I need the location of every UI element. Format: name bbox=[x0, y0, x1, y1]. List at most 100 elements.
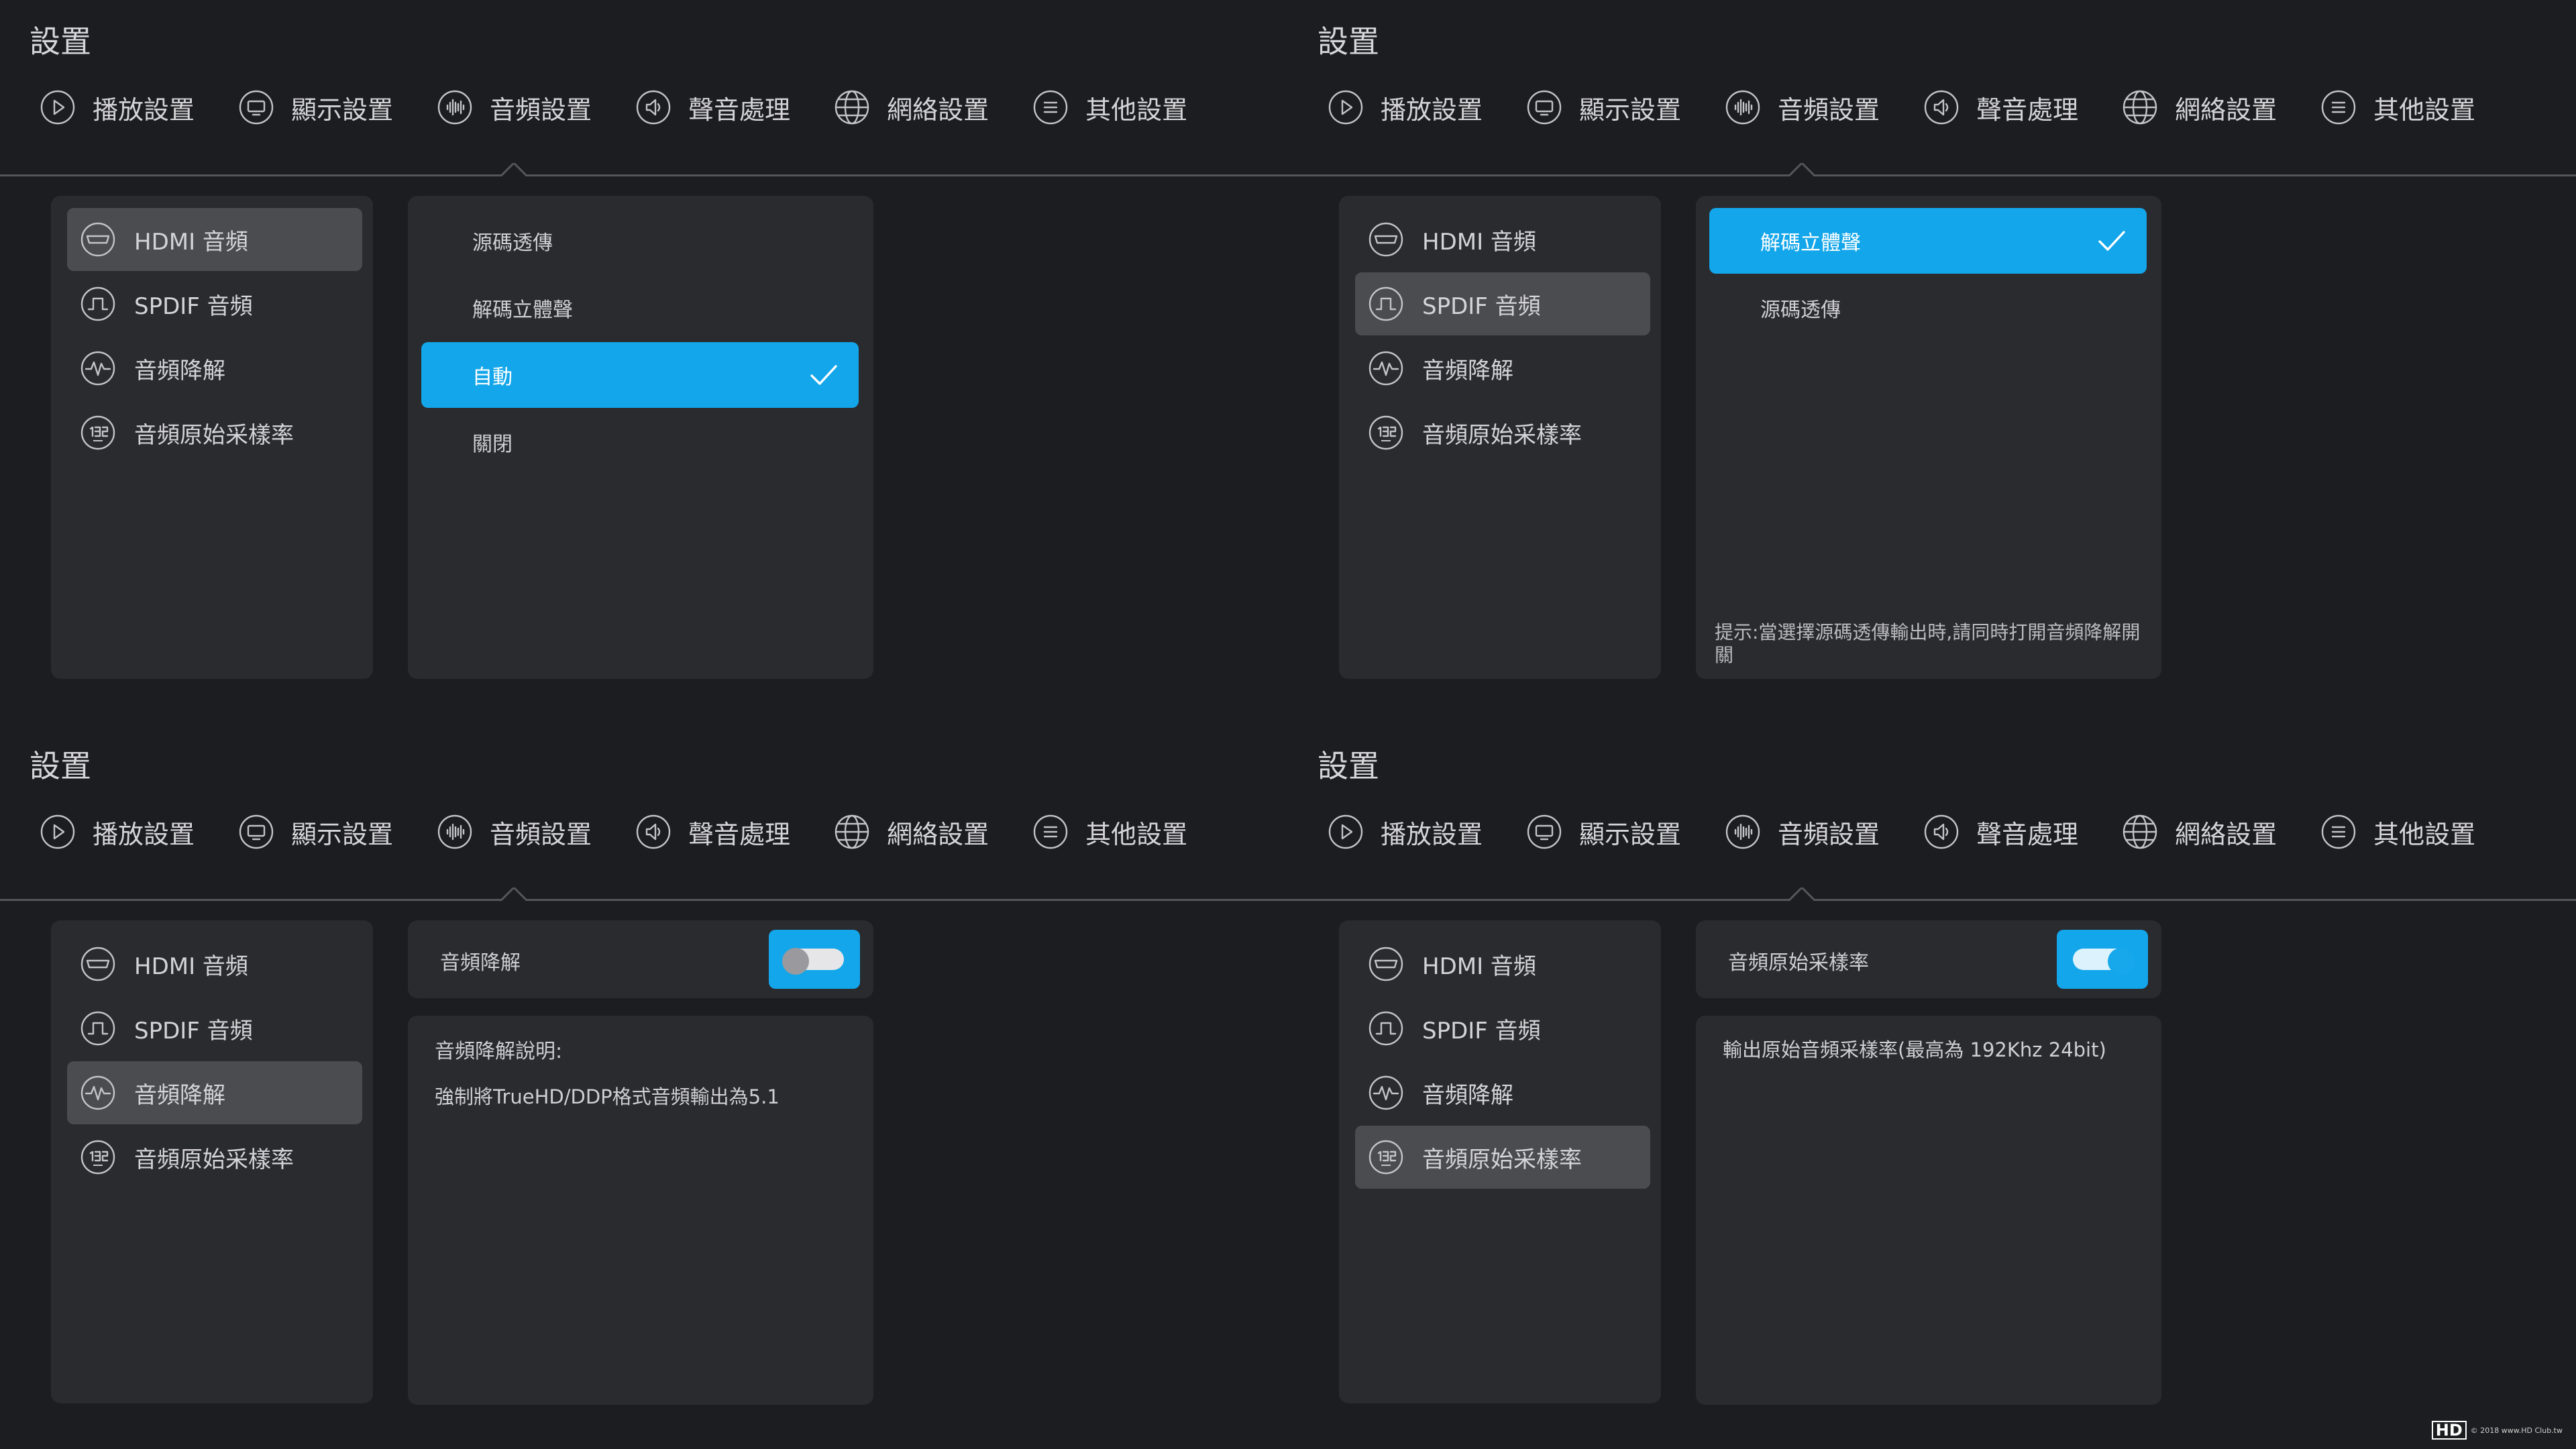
option-list-panel: 源碼透傳 解碼立體聲 自動關閉 bbox=[408, 196, 873, 679]
tab-0[interactable]: 播放設置 bbox=[39, 810, 195, 853]
tab-label: 音頻設置 bbox=[490, 95, 592, 125]
sidebar-item-label: SPDIF 音頻 bbox=[1422, 1017, 1541, 1044]
tab-underline bbox=[0, 899, 1288, 901]
sidebar-item-0[interactable]: HDMI 音頻 bbox=[1355, 932, 1650, 996]
spdif-icon bbox=[79, 1010, 117, 1047]
hdmi-icon bbox=[1367, 221, 1405, 258]
tab-label: 播放設置 bbox=[1381, 819, 1483, 849]
globe-icon bbox=[833, 89, 871, 126]
play-icon bbox=[39, 813, 76, 851]
tab-label: 聲音處理 bbox=[1976, 95, 2079, 125]
watermark-text: © 2018 www.HD Club.tw bbox=[2470, 1426, 2563, 1435]
page-title: 設置 bbox=[1318, 23, 1379, 60]
tab-label: 網絡設置 bbox=[2175, 95, 2277, 125]
tab-1[interactable]: 顯示設置 bbox=[1525, 810, 1681, 853]
tab-label: 聲音處理 bbox=[1976, 819, 2079, 849]
tab-1[interactable]: 顯示設置 bbox=[237, 86, 393, 129]
tab-underline bbox=[0, 174, 1288, 176]
tab-label: 其他設置 bbox=[1085, 95, 1188, 125]
tab-0[interactable]: 播放設置 bbox=[1327, 810, 1483, 853]
toggle-row: 音頻原始采樣率 bbox=[1696, 920, 2161, 998]
toggle-label: 音頻降解 bbox=[440, 951, 521, 975]
toggle-switch[interactable] bbox=[769, 930, 860, 989]
option-item-0[interactable]: 源碼透傳 bbox=[421, 208, 859, 274]
sidebar-item-2[interactable]: 音頻降解 bbox=[67, 337, 362, 400]
speaker-icon bbox=[1923, 89, 1960, 126]
sidebar-item-3[interactable]: 音頻原始采樣率 bbox=[67, 401, 362, 464]
monitor-icon bbox=[237, 89, 275, 126]
sidebar-item-0[interactable]: HDMI 音頻 bbox=[67, 208, 362, 271]
tab-4[interactable]: 網絡設置 bbox=[833, 810, 989, 853]
sidebar-item-2[interactable]: 音頻降解 bbox=[1355, 1061, 1650, 1124]
tab-0[interactable]: 播放設置 bbox=[1327, 86, 1483, 129]
tab-2[interactable]: 音頻設置 bbox=[1724, 810, 1880, 853]
sidebar-item-2[interactable]: 音頻降解 bbox=[1355, 337, 1650, 400]
settings-tab-bar: 播放設置 顯示設置 音頻設置 聲音處理 網絡設置 其他設置 bbox=[1327, 86, 2518, 129]
tab-label: 顯示設置 bbox=[1579, 819, 1682, 849]
tab-2[interactable]: 音頻設置 bbox=[436, 86, 592, 129]
tab-1[interactable]: 顯示設置 bbox=[1525, 86, 1681, 129]
tab-3[interactable]: 聲音處理 bbox=[635, 86, 790, 129]
option-item-0[interactable]: 解碼立體聲 bbox=[1709, 208, 2147, 274]
tab-label: 網絡設置 bbox=[2175, 819, 2277, 849]
option-item-1[interactable]: 源碼透傳 bbox=[1709, 275, 2147, 341]
settings-screen-2: 設置播放設置 顯示設置 音頻設置 聲音處理 網絡設置 其他設置 HDMI 音頻 SPDIF 音… bbox=[1288, 0, 2576, 724]
active-tab-indicator bbox=[499, 161, 529, 178]
tab-label: 音頻設置 bbox=[1778, 95, 1880, 125]
settings-tab-bar: 播放設置 顯示設置 音頻設置 聲音處理 網絡設置 其他設置 bbox=[1327, 810, 2518, 853]
sidebar-item-1[interactable]: SPDIF 音頻 bbox=[1355, 997, 1650, 1060]
settings-screen-4: 設置 播放設置 顯示設置 音頻設置 聲音處理 網絡設置 其他設置 HDMI 音頻 SPDIF 音… bbox=[1288, 724, 2576, 1449]
tab-4[interactable]: 網絡設置 bbox=[833, 86, 989, 129]
option-item-3[interactable]: 關閉 bbox=[421, 409, 859, 475]
sidebar-item-0[interactable]: HDMI 音頻 bbox=[67, 932, 362, 996]
tab-5[interactable]: 其他設置 bbox=[2320, 810, 2475, 853]
speaker-icon bbox=[1923, 813, 1960, 851]
option-label: 解碼立體聲 bbox=[1760, 231, 1861, 255]
tab-3[interactable]: 聲音處理 bbox=[635, 810, 790, 853]
sidebar-item-1[interactable]: SPDIF 音頻 bbox=[67, 997, 362, 1060]
tab-label: 播放設置 bbox=[1381, 95, 1483, 125]
samplerate-192-icon bbox=[1367, 414, 1405, 451]
sidebar-item-1[interactable]: SPDIF 音頻 bbox=[67, 272, 362, 335]
sidebar-item-label: HDMI 音頻 bbox=[134, 953, 248, 980]
tab-4[interactable]: 網絡設置 bbox=[2121, 810, 2277, 853]
sidebar-item-2[interactable]: 音頻降解 bbox=[67, 1061, 362, 1124]
sidebar-item-0[interactable]: HDMI 音頻 bbox=[1355, 208, 1650, 271]
tab-0[interactable]: 播放設置 bbox=[39, 86, 195, 129]
sidebar-item-3[interactable]: 音頻原始采樣率 bbox=[1355, 401, 1650, 464]
sidebar-item-3[interactable]: 音頻原始采樣率 bbox=[67, 1126, 362, 1189]
tab-label: 顯示設置 bbox=[1579, 95, 1682, 125]
toggle-row: 音頻降解 bbox=[408, 920, 873, 998]
description-title: 音頻降解說明: bbox=[435, 1040, 563, 1063]
tab-2[interactable]: 音頻設置 bbox=[1724, 86, 1880, 129]
option-item-1[interactable]: 解碼立體聲 bbox=[421, 275, 859, 341]
tab-underline bbox=[1288, 899, 2576, 901]
toggle-switch[interactable] bbox=[2057, 930, 2148, 989]
play-icon bbox=[1327, 89, 1364, 126]
tab-1[interactable]: 顯示設置 bbox=[237, 810, 393, 853]
tab-label: 網絡設置 bbox=[887, 819, 989, 849]
option-item-2[interactable]: 自動 bbox=[421, 342, 859, 408]
option-label: 源碼透傳 bbox=[1760, 299, 1841, 322]
tab-5[interactable]: 其他設置 bbox=[1032, 810, 1187, 853]
hdmi-icon bbox=[1367, 945, 1405, 983]
description-text: 輸出原始音頻采樣率(最高為 192Khz 24bit) bbox=[1723, 1038, 2106, 1061]
page-title: 設置 bbox=[30, 23, 91, 60]
sidebar-item-3[interactable]: 音頻原始采樣率 bbox=[1355, 1126, 1650, 1189]
tab-label: 音頻設置 bbox=[1778, 819, 1880, 849]
audio-settings-sidebar: HDMI 音頻 SPDIF 音頻音頻降解 音頻原始采樣率 bbox=[1339, 920, 1661, 1403]
tab-3[interactable]: 聲音處理 bbox=[1923, 86, 2078, 129]
tab-4[interactable]: 網絡設置 bbox=[2121, 86, 2277, 129]
active-tab-indicator bbox=[1787, 161, 1817, 178]
tab-3[interactable]: 聲音處理 bbox=[1923, 810, 2078, 853]
tab-5[interactable]: 其他設置 bbox=[1032, 86, 1187, 129]
tab-label: 其他設置 bbox=[1085, 819, 1188, 849]
tab-5[interactable]: 其他設置 bbox=[2320, 86, 2475, 129]
sidebar-item-1[interactable]: SPDIF 音頻 bbox=[1355, 272, 1650, 335]
option-label: 關閉 bbox=[472, 433, 513, 456]
tab-label: 聲音處理 bbox=[688, 95, 791, 125]
tab-2[interactable]: 音頻設置 bbox=[436, 810, 592, 853]
globe-icon bbox=[2121, 89, 2159, 126]
settings-tab-bar: 播放設置 顯示設置 音頻設置 聲音處理 網絡設置 其他設置 bbox=[39, 810, 1230, 853]
spdif-icon bbox=[79, 285, 117, 323]
